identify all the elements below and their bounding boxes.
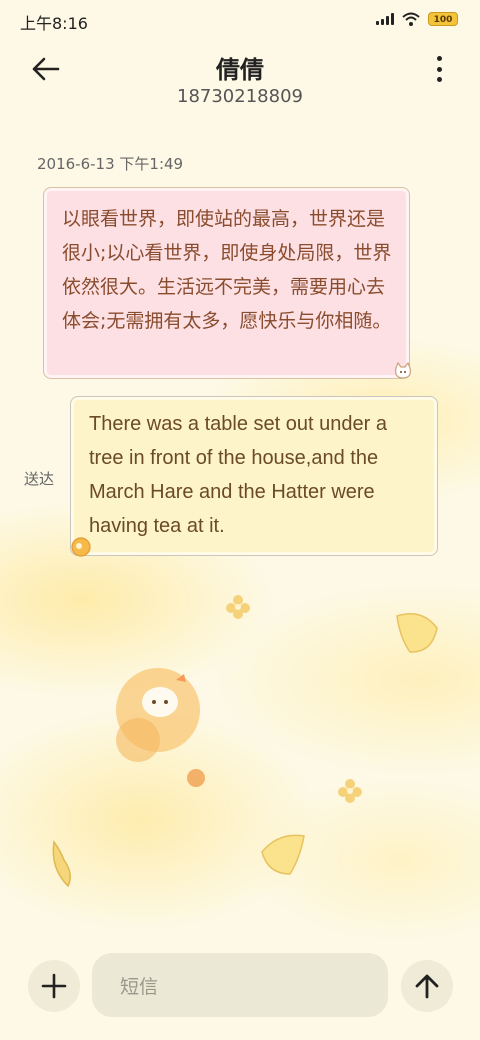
contact-phone-number: 18730218809 <box>177 86 303 107</box>
message-input[interactable]: 短信 <box>92 953 388 1017</box>
sun-sticker-icon <box>71 537 91 557</box>
banana-leaf-icon <box>52 840 71 888</box>
signal-icon <box>376 13 394 25</box>
outgoing-message-text: There was a table set out under a tree i… <box>89 413 387 537</box>
status-icons: 100 <box>376 12 458 26</box>
cat-face-icon <box>395 362 411 379</box>
delivery-status: 送达 <box>24 470 55 488</box>
status-time: 上午8:16 <box>20 14 88 33</box>
add-attachment-button[interactable] <box>28 960 80 1012</box>
more-options-button[interactable] <box>434 56 444 82</box>
contact-name: 倩倩 <box>216 56 264 84</box>
send-button[interactable] <box>401 960 453 1012</box>
message-input-placeholder: 短信 <box>120 975 159 998</box>
battery-icon: 100 <box>428 12 458 26</box>
wifi-icon <box>402 12 420 26</box>
leaf-icon <box>261 834 305 875</box>
fluffy-cat-illustration <box>116 668 205 787</box>
leaf-icon <box>396 613 438 653</box>
flower-icon <box>226 595 250 619</box>
arrow-up-icon <box>415 974 439 999</box>
message-timestamp: 2016-6-13 下午1:49 <box>37 155 184 173</box>
plus-icon <box>41 973 67 999</box>
vertical-dots-icon <box>436 56 442 61</box>
status-bar: 上午8:16 100 <box>0 0 480 40</box>
outgoing-message-bubble[interactable]: There was a table set out under a tree i… <box>70 396 438 556</box>
flower-icon <box>338 779 362 803</box>
incoming-message-text: 以眼看世界，即使站的最高，世界还是很小;以心看世界，即使身处局限，世界依然很大。… <box>62 208 392 332</box>
incoming-message-bubble[interactable]: 以眼看世界，即使站的最高，世界还是很小;以心看世界，即使身处局限，世界依然很大。… <box>43 187 410 379</box>
